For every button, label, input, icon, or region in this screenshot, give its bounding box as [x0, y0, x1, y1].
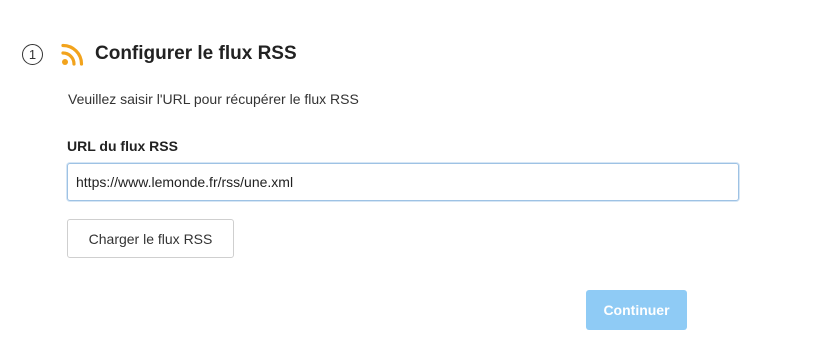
- rss-icon: [61, 42, 85, 66]
- load-feed-button[interactable]: Charger le flux RSS: [67, 219, 234, 258]
- step-number-badge: 1: [22, 43, 43, 65]
- rss-config-step: 1 Configurer le flux RSS Veuillez saisir…: [0, 0, 823, 343]
- step-description: Veuillez saisir l'URL pour récupérer le …: [68, 91, 359, 107]
- continue-button[interactable]: Continuer: [586, 290, 687, 330]
- step-header: 1 Configurer le flux RSS: [22, 42, 297, 66]
- page-title: Configurer le flux RSS: [95, 43, 297, 64]
- url-field-label: URL du flux RSS: [67, 138, 178, 154]
- url-input[interactable]: [67, 163, 739, 201]
